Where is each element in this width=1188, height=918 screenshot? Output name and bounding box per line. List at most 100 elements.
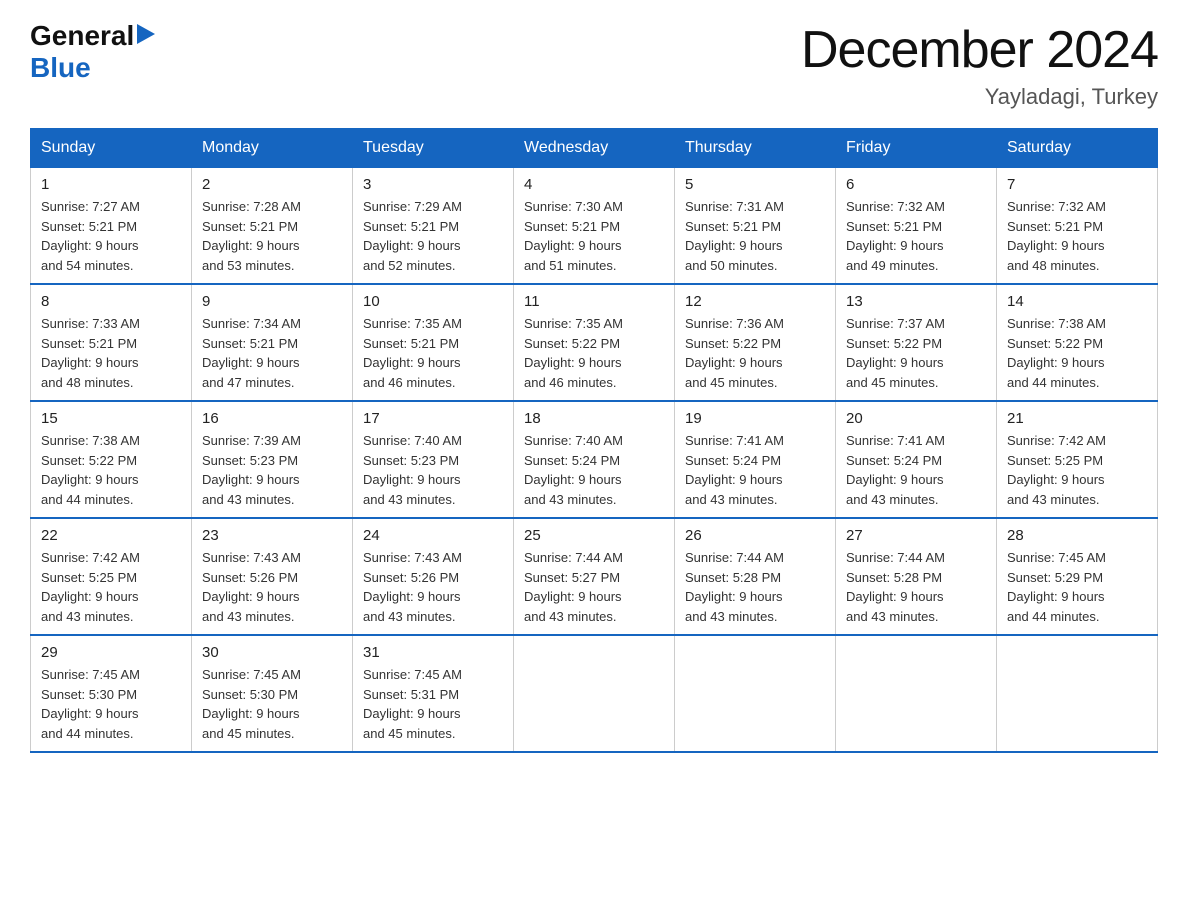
title-block: December 2024 Yayladagi, Turkey — [801, 20, 1158, 110]
header-wednesday: Wednesday — [514, 129, 675, 168]
calendar-cell: 23 Sunrise: 7:43 AM Sunset: 5:26 PM Dayl… — [192, 518, 353, 635]
main-title: December 2024 — [801, 20, 1158, 80]
day-number: 27 — [846, 527, 986, 544]
day-info: Sunrise: 7:32 AM Sunset: 5:21 PM Dayligh… — [846, 197, 986, 275]
calendar-cell: 31 Sunrise: 7:45 AM Sunset: 5:31 PM Dayl… — [353, 635, 514, 752]
day-number: 8 — [41, 293, 181, 310]
day-info: Sunrise: 7:45 AM Sunset: 5:31 PM Dayligh… — [363, 665, 503, 743]
day-number: 2 — [202, 176, 342, 193]
day-info: Sunrise: 7:38 AM Sunset: 5:22 PM Dayligh… — [41, 431, 181, 509]
calendar-cell: 7 Sunrise: 7:32 AM Sunset: 5:21 PM Dayli… — [997, 168, 1158, 285]
calendar-header-row: Sunday Monday Tuesday Wednesday Thursday… — [31, 129, 1158, 168]
day-number: 19 — [685, 410, 825, 427]
day-number: 1 — [41, 176, 181, 193]
day-info: Sunrise: 7:32 AM Sunset: 5:21 PM Dayligh… — [1007, 197, 1147, 275]
calendar-cell: 17 Sunrise: 7:40 AM Sunset: 5:23 PM Dayl… — [353, 401, 514, 518]
day-number: 18 — [524, 410, 664, 427]
header-saturday: Saturday — [997, 129, 1158, 168]
calendar-cell: 6 Sunrise: 7:32 AM Sunset: 5:21 PM Dayli… — [836, 168, 997, 285]
day-number: 5 — [685, 176, 825, 193]
calendar-cell: 19 Sunrise: 7:41 AM Sunset: 5:24 PM Dayl… — [675, 401, 836, 518]
week-row-4: 22 Sunrise: 7:42 AM Sunset: 5:25 PM Dayl… — [31, 518, 1158, 635]
day-info: Sunrise: 7:45 AM Sunset: 5:30 PM Dayligh… — [41, 665, 181, 743]
calendar-cell: 3 Sunrise: 7:29 AM Sunset: 5:21 PM Dayli… — [353, 168, 514, 285]
day-info: Sunrise: 7:40 AM Sunset: 5:24 PM Dayligh… — [524, 431, 664, 509]
day-info: Sunrise: 7:42 AM Sunset: 5:25 PM Dayligh… — [1007, 431, 1147, 509]
day-info: Sunrise: 7:39 AM Sunset: 5:23 PM Dayligh… — [202, 431, 342, 509]
day-info: Sunrise: 7:41 AM Sunset: 5:24 PM Dayligh… — [846, 431, 986, 509]
day-number: 14 — [1007, 293, 1147, 310]
day-number: 13 — [846, 293, 986, 310]
calendar-cell: 10 Sunrise: 7:35 AM Sunset: 5:21 PM Dayl… — [353, 284, 514, 401]
calendar-table: Sunday Monday Tuesday Wednesday Thursday… — [30, 128, 1158, 753]
day-number: 26 — [685, 527, 825, 544]
day-number: 9 — [202, 293, 342, 310]
day-number: 12 — [685, 293, 825, 310]
header-monday: Monday — [192, 129, 353, 168]
calendar-cell: 12 Sunrise: 7:36 AM Sunset: 5:22 PM Dayl… — [675, 284, 836, 401]
day-number: 24 — [363, 527, 503, 544]
calendar-cell: 15 Sunrise: 7:38 AM Sunset: 5:22 PM Dayl… — [31, 401, 192, 518]
day-number: 21 — [1007, 410, 1147, 427]
day-info: Sunrise: 7:37 AM Sunset: 5:22 PM Dayligh… — [846, 314, 986, 392]
calendar-cell: 18 Sunrise: 7:40 AM Sunset: 5:24 PM Dayl… — [514, 401, 675, 518]
calendar-cell: 30 Sunrise: 7:45 AM Sunset: 5:30 PM Dayl… — [192, 635, 353, 752]
calendar-cell: 5 Sunrise: 7:31 AM Sunset: 5:21 PM Dayli… — [675, 168, 836, 285]
day-info: Sunrise: 7:43 AM Sunset: 5:26 PM Dayligh… — [363, 548, 503, 626]
day-number: 16 — [202, 410, 342, 427]
day-info: Sunrise: 7:44 AM Sunset: 5:28 PM Dayligh… — [846, 548, 986, 626]
day-number: 31 — [363, 644, 503, 661]
day-info: Sunrise: 7:45 AM Sunset: 5:30 PM Dayligh… — [202, 665, 342, 743]
day-info: Sunrise: 7:36 AM Sunset: 5:22 PM Dayligh… — [685, 314, 825, 392]
logo-general-text: General — [30, 20, 134, 52]
day-number: 20 — [846, 410, 986, 427]
logo-blue-text: Blue — [30, 52, 91, 84]
logo: General Blue — [30, 20, 155, 84]
calendar-cell — [836, 635, 997, 752]
day-info: Sunrise: 7:40 AM Sunset: 5:23 PM Dayligh… — [363, 431, 503, 509]
calendar-cell: 14 Sunrise: 7:38 AM Sunset: 5:22 PM Dayl… — [997, 284, 1158, 401]
week-row-1: 1 Sunrise: 7:27 AM Sunset: 5:21 PM Dayli… — [31, 168, 1158, 285]
week-row-2: 8 Sunrise: 7:33 AM Sunset: 5:21 PM Dayli… — [31, 284, 1158, 401]
day-number: 22 — [41, 527, 181, 544]
week-row-3: 15 Sunrise: 7:38 AM Sunset: 5:22 PM Dayl… — [31, 401, 1158, 518]
day-info: Sunrise: 7:44 AM Sunset: 5:28 PM Dayligh… — [685, 548, 825, 626]
day-number: 28 — [1007, 527, 1147, 544]
calendar-cell: 4 Sunrise: 7:30 AM Sunset: 5:21 PM Dayli… — [514, 168, 675, 285]
calendar-cell: 1 Sunrise: 7:27 AM Sunset: 5:21 PM Dayli… — [31, 168, 192, 285]
day-info: Sunrise: 7:45 AM Sunset: 5:29 PM Dayligh… — [1007, 548, 1147, 626]
header-friday: Friday — [836, 129, 997, 168]
day-info: Sunrise: 7:27 AM Sunset: 5:21 PM Dayligh… — [41, 197, 181, 275]
header-thursday: Thursday — [675, 129, 836, 168]
calendar-cell: 11 Sunrise: 7:35 AM Sunset: 5:22 PM Dayl… — [514, 284, 675, 401]
day-number: 4 — [524, 176, 664, 193]
day-number: 6 — [846, 176, 986, 193]
calendar-cell: 9 Sunrise: 7:34 AM Sunset: 5:21 PM Dayli… — [192, 284, 353, 401]
week-row-5: 29 Sunrise: 7:45 AM Sunset: 5:30 PM Dayl… — [31, 635, 1158, 752]
day-info: Sunrise: 7:35 AM Sunset: 5:22 PM Dayligh… — [524, 314, 664, 392]
calendar-cell — [675, 635, 836, 752]
day-number: 29 — [41, 644, 181, 661]
day-info: Sunrise: 7:42 AM Sunset: 5:25 PM Dayligh… — [41, 548, 181, 626]
day-info: Sunrise: 7:38 AM Sunset: 5:22 PM Dayligh… — [1007, 314, 1147, 392]
calendar-cell: 25 Sunrise: 7:44 AM Sunset: 5:27 PM Dayl… — [514, 518, 675, 635]
day-number: 15 — [41, 410, 181, 427]
day-info: Sunrise: 7:41 AM Sunset: 5:24 PM Dayligh… — [685, 431, 825, 509]
header-tuesday: Tuesday — [353, 129, 514, 168]
calendar-cell: 13 Sunrise: 7:37 AM Sunset: 5:22 PM Dayl… — [836, 284, 997, 401]
header-sunday: Sunday — [31, 129, 192, 168]
calendar-cell: 26 Sunrise: 7:44 AM Sunset: 5:28 PM Dayl… — [675, 518, 836, 635]
calendar-cell: 21 Sunrise: 7:42 AM Sunset: 5:25 PM Dayl… — [997, 401, 1158, 518]
day-number: 17 — [363, 410, 503, 427]
day-info: Sunrise: 7:33 AM Sunset: 5:21 PM Dayligh… — [41, 314, 181, 392]
day-info: Sunrise: 7:29 AM Sunset: 5:21 PM Dayligh… — [363, 197, 503, 275]
calendar-cell: 24 Sunrise: 7:43 AM Sunset: 5:26 PM Dayl… — [353, 518, 514, 635]
calendar-cell: 8 Sunrise: 7:33 AM Sunset: 5:21 PM Dayli… — [31, 284, 192, 401]
day-number: 11 — [524, 293, 664, 310]
calendar-cell: 28 Sunrise: 7:45 AM Sunset: 5:29 PM Dayl… — [997, 518, 1158, 635]
calendar-cell: 2 Sunrise: 7:28 AM Sunset: 5:21 PM Dayli… — [192, 168, 353, 285]
calendar-cell: 16 Sunrise: 7:39 AM Sunset: 5:23 PM Dayl… — [192, 401, 353, 518]
day-info: Sunrise: 7:35 AM Sunset: 5:21 PM Dayligh… — [363, 314, 503, 392]
page-header: General Blue December 2024 Yayladagi, Tu… — [30, 20, 1158, 110]
day-number: 7 — [1007, 176, 1147, 193]
